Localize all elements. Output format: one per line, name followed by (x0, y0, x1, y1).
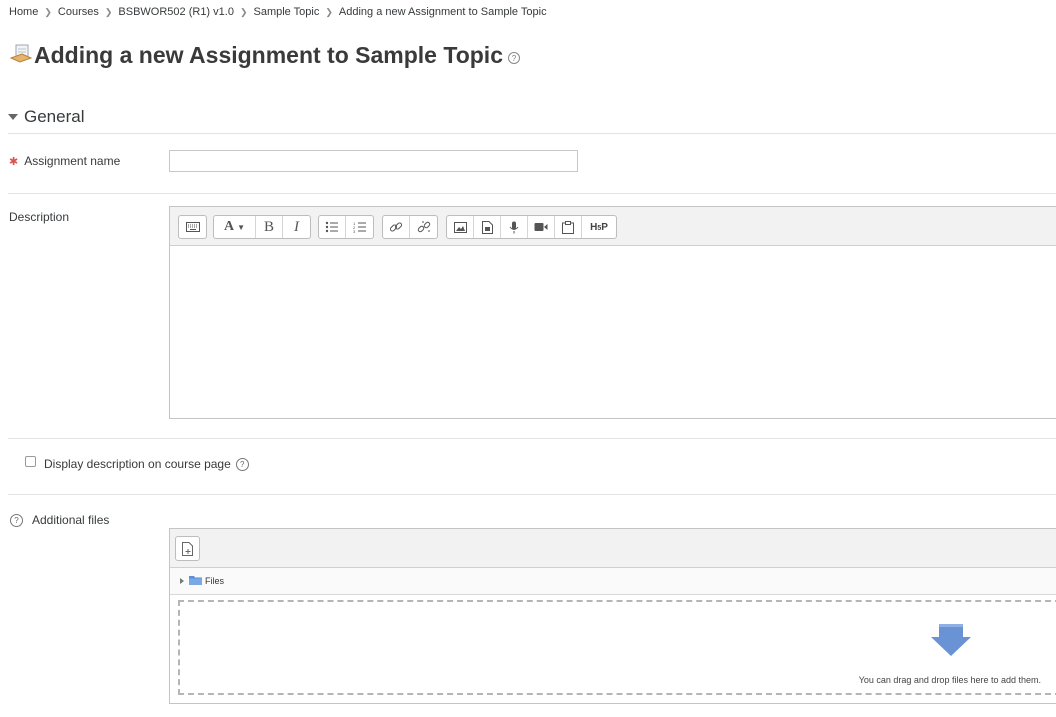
breadcrumb-home[interactable]: Home (9, 6, 38, 18)
description-editor[interactable]: A ▼ B I 123 H5P (169, 206, 1056, 419)
display-description-label[interactable]: Display description on course page (44, 457, 231, 471)
manage-files-icon[interactable] (555, 216, 582, 238)
display-description-row: Display description on course page ? (44, 457, 249, 471)
link-icon[interactable] (383, 216, 410, 238)
ordered-list-icon[interactable]: 123 (346, 216, 373, 238)
display-description-checkbox[interactable] (25, 456, 36, 467)
drop-hint: You can drag and drop files here to add … (858, 675, 1041, 685)
additional-files-row: ? Additional files (10, 513, 109, 527)
microphone-icon[interactable] (501, 216, 528, 238)
help-icon[interactable]: ? (235, 457, 249, 471)
required-icon: ✱ (9, 156, 19, 168)
video-icon[interactable] (528, 216, 555, 238)
unlink-icon[interactable] (410, 216, 437, 238)
toolbar-group-lists: 123 (318, 215, 374, 239)
expand-arrow-icon[interactable] (180, 578, 184, 584)
field-divider (8, 193, 1056, 194)
h5p-icon[interactable]: H5P (582, 216, 616, 238)
breadcrumb: Home ❯ Courses ❯ BSBWOR502 (R1) v1.0 ❯ S… (9, 6, 547, 18)
bold-icon[interactable]: B (256, 216, 283, 238)
field-divider (8, 438, 1056, 439)
breadcrumb-course[interactable]: BSBWOR502 (R1) v1.0 (118, 6, 234, 18)
description-content[interactable] (170, 246, 1056, 416)
assignment-name-label: ✱ Assignment name (9, 154, 120, 168)
page-header: Adding a new Assignment to Sample Topic … (9, 42, 520, 69)
add-file-button[interactable] (175, 536, 200, 561)
toolbar-group-insert: H5P (446, 215, 617, 239)
breadcrumb-separator-icon: ❯ (239, 6, 248, 17)
breadcrumb-separator-icon: ❯ (325, 6, 333, 17)
section-divider (8, 133, 1056, 134)
file-drop-zone[interactable]: You can drag and drop files here to add … (178, 600, 1056, 695)
assignment-name-label-text: Assignment name (24, 154, 121, 168)
svg-text:3: 3 (353, 229, 356, 233)
folder-label[interactable]: Files (205, 576, 224, 586)
toolbar-group-links (382, 215, 438, 239)
editor-toolbar: A ▼ B I 123 H5P (170, 207, 1056, 246)
field-divider (8, 494, 1056, 495)
download-arrow-icon (931, 624, 971, 661)
add-file-icon (181, 541, 193, 556)
additional-files-label: Additional files (32, 513, 110, 527)
unordered-list-icon[interactable] (319, 216, 346, 238)
folder-icon (189, 575, 202, 587)
file-manager: Files You can drag and drop files here t… (169, 528, 1056, 704)
breadcrumb-topic[interactable]: Sample Topic (254, 6, 320, 18)
collapse-arrow-icon (8, 114, 18, 120)
breadcrumb-separator-icon: ❯ (104, 6, 113, 17)
file-path-bar: Files (170, 568, 1056, 595)
image-icon[interactable] (447, 216, 474, 238)
help-icon[interactable]: ? (10, 513, 23, 527)
italic-icon[interactable]: I (283, 216, 310, 238)
breadcrumb-separator-icon: ❯ (44, 6, 52, 17)
breadcrumb-current: Adding a new Assignment to Sample Topic (338, 6, 547, 18)
keyboard-icon[interactable] (179, 216, 206, 238)
toolbar-group-collapse (178, 215, 207, 239)
assignment-icon (9, 42, 33, 69)
font-icon[interactable]: A ▼ (214, 216, 256, 238)
file-manager-toolbar (170, 529, 1056, 568)
breadcrumb-courses[interactable]: Courses (58, 6, 99, 18)
section-title: General (24, 107, 85, 126)
page-title: Adding a new Assignment to Sample Topic (34, 42, 503, 68)
toolbar-group-style: A ▼ B I (213, 215, 311, 239)
media-icon[interactable] (474, 216, 501, 238)
description-label: Description (9, 210, 70, 224)
help-icon[interactable]: ? (507, 52, 520, 64)
section-general-toggle[interactable]: General (8, 107, 84, 127)
assignment-name-input[interactable] (169, 150, 578, 172)
